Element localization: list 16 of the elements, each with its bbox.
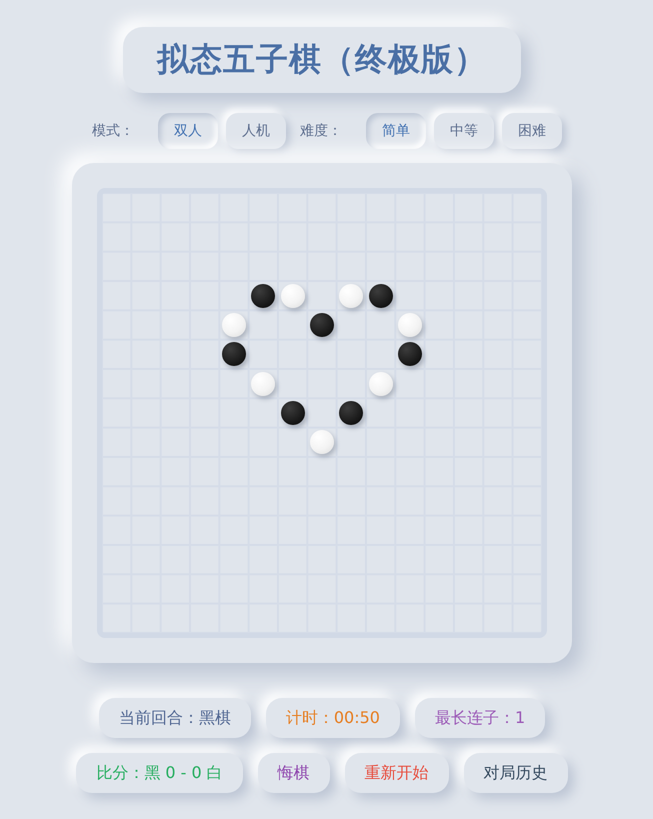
- difficulty-option[interactable]: 困难: [502, 113, 562, 149]
- turn-status: 当前回合：黑棋: [98, 698, 251, 738]
- history-button[interactable]: 对局历史: [464, 753, 568, 793]
- undo-button[interactable]: 悔棋: [258, 753, 330, 793]
- game-title: 拟态五子棋（终极版）: [123, 27, 521, 93]
- mode-label: 模式：: [92, 122, 134, 140]
- score-status: 比分：黑 0 - 0 白: [76, 753, 243, 793]
- timer-status: 计时：00:50: [266, 698, 400, 738]
- restart-button[interactable]: 重新开始: [344, 753, 449, 793]
- difficulty-option[interactable]: 中等: [434, 113, 494, 149]
- difficulty-option[interactable]: 简单: [366, 113, 426, 149]
- mode-option[interactable]: 双人: [158, 113, 218, 149]
- longest-chain-status: 最长连子：1: [414, 698, 546, 738]
- mode-option[interactable]: 人机: [226, 113, 286, 149]
- game-board[interactable]: [97, 188, 547, 638]
- difficulty-label: 难度：: [300, 122, 342, 140]
